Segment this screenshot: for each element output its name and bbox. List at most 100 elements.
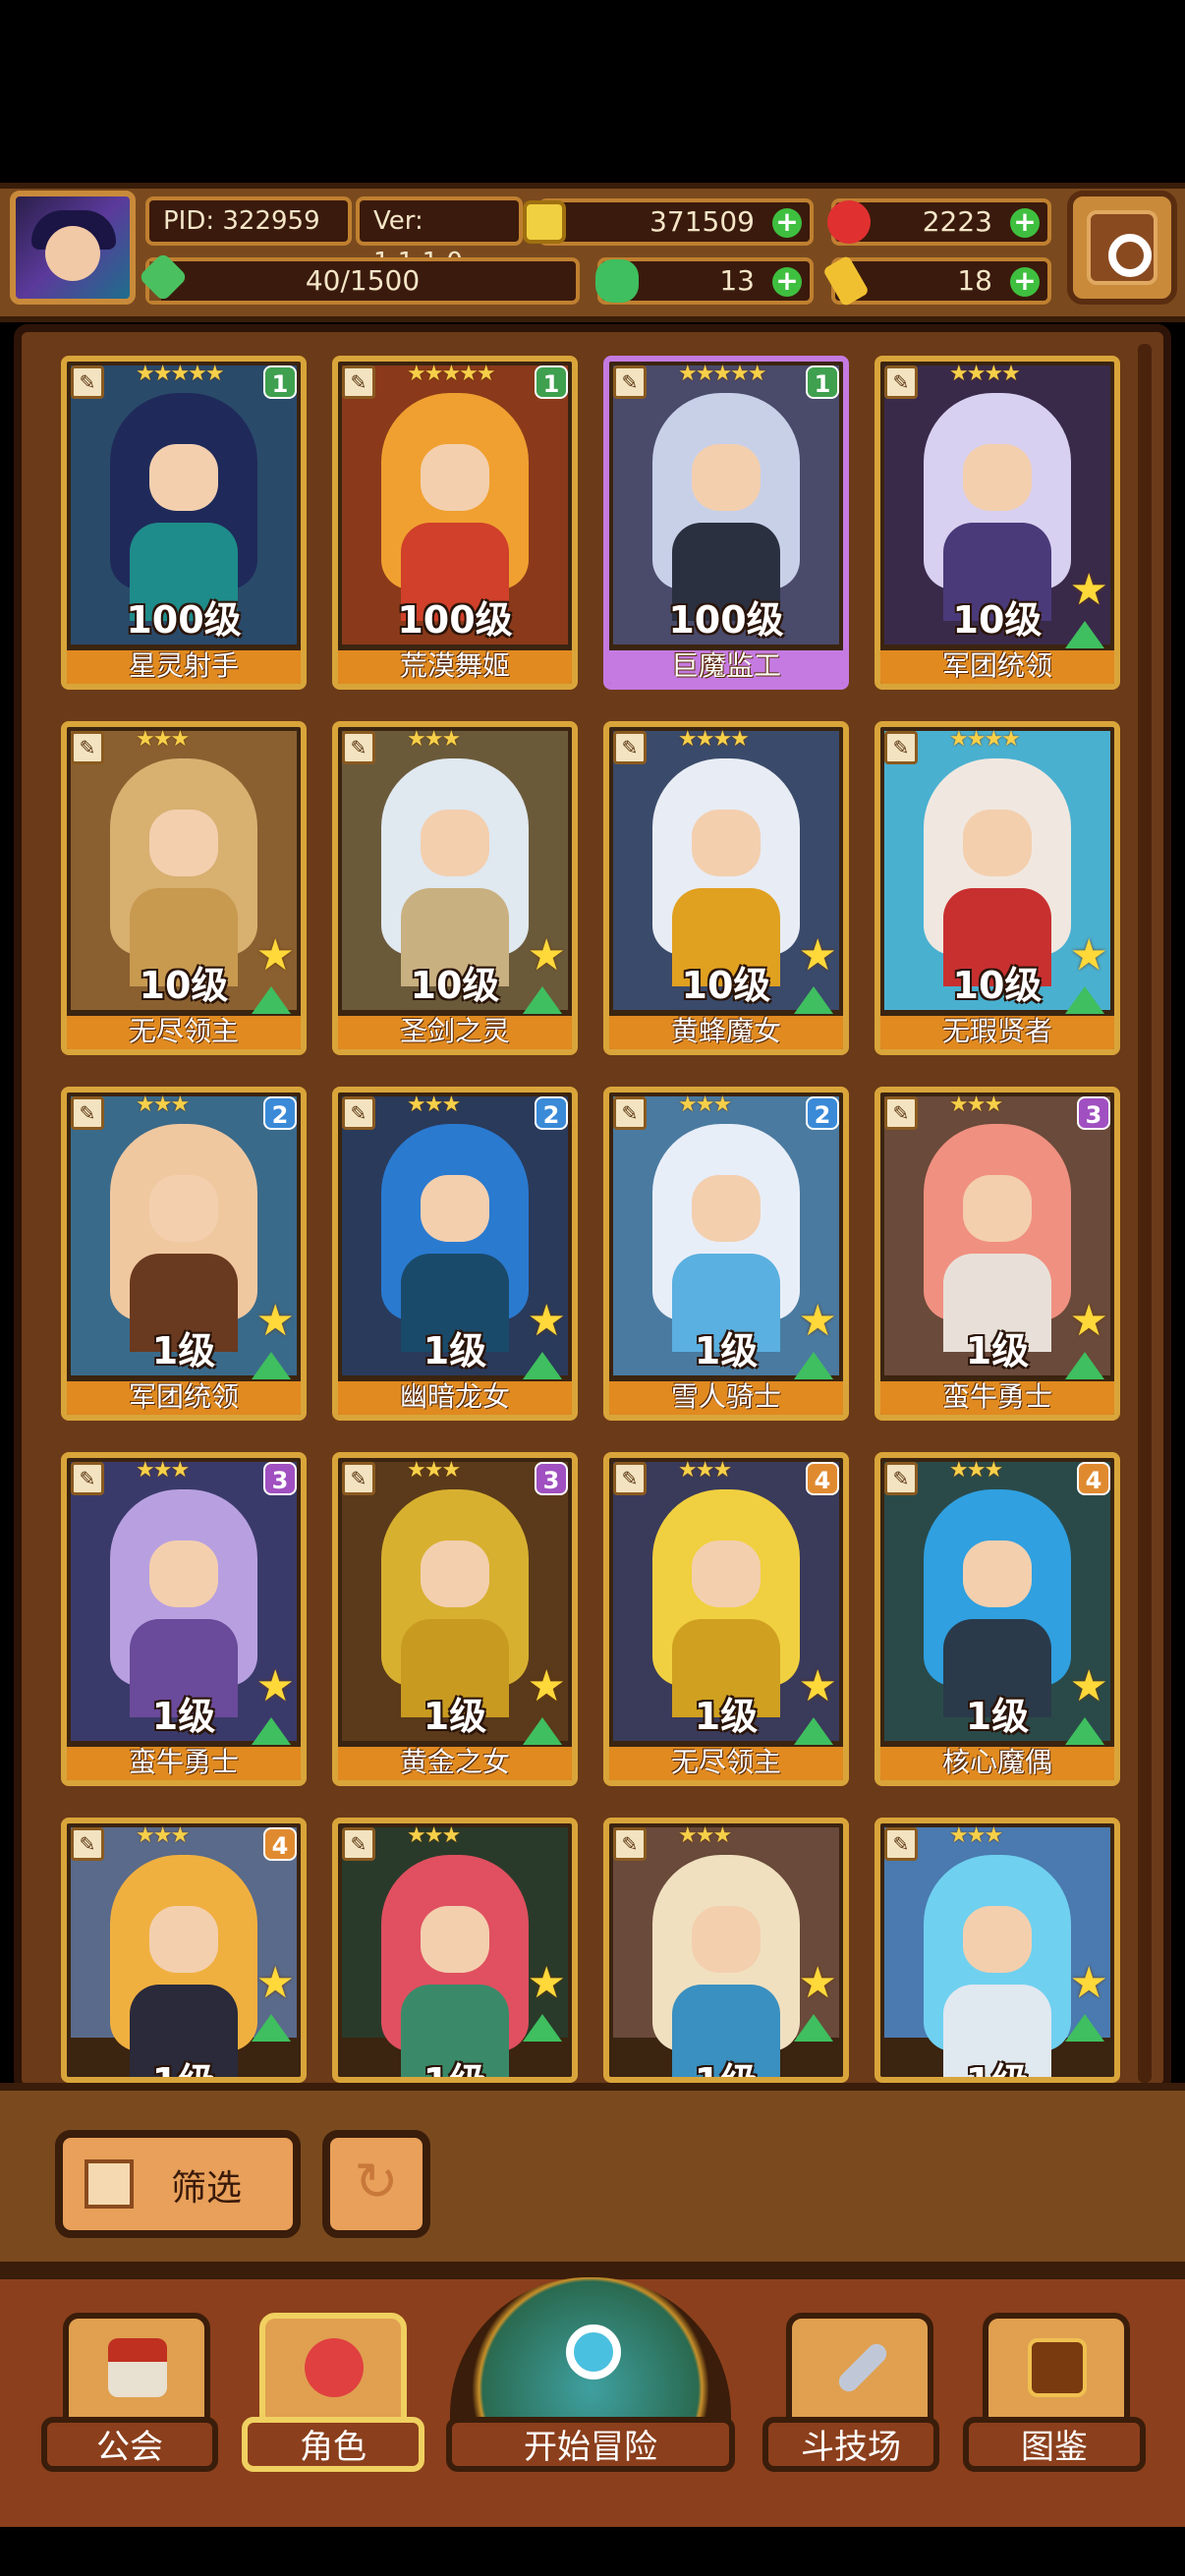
star-rating: ★★★ [678, 1092, 732, 1117]
upgrade-arrow-icon [252, 1717, 291, 1745]
upgrade-arrow-icon [523, 1352, 562, 1379]
rank-badge: 1 [263, 365, 297, 399]
class-icon: ✎ [71, 1462, 104, 1495]
star-rating: ★★★ [407, 727, 461, 752]
star-rating: ★★★ [136, 1823, 190, 1848]
star-rating: ★★★★ [678, 727, 750, 752]
character-name: 黄蜂魔女 [609, 1016, 843, 1049]
version-label: Ver: 1.1.1.0 [356, 196, 523, 277]
add-keys-button[interactable]: + [1010, 267, 1040, 297]
star-rating: ★★★ [949, 1458, 1003, 1483]
character-card[interactable]: ✎ ★★★★★ 1 100级 星灵射手 [61, 356, 307, 690]
character-card[interactable]: ✎ ★★★ 1级 ★ [603, 1818, 849, 2083]
upgrade-star-icon: ★ [798, 1296, 837, 1346]
upgrade-star-icon: ★ [527, 1958, 566, 2008]
nav-arena-label[interactable]: 斗技场 [762, 2417, 939, 2472]
class-icon: ✎ [884, 1462, 918, 1495]
star-rating: ★★★ [678, 1458, 732, 1483]
upgrade-star-icon: ★ [798, 1958, 837, 2008]
character-card[interactable]: ✎ ★★★★ 10级 ★ 无瑕贤者 [875, 721, 1120, 1055]
upgrade-arrow-icon [252, 986, 291, 1014]
character-card[interactable]: ✎ ★★★ 10级 ★ 圣剑之灵 [332, 721, 578, 1055]
upgrade-arrow-icon [523, 1717, 562, 1745]
star-rating: ★★★ [407, 1092, 461, 1117]
character-card[interactable]: ✎ ★★★ 1级 ★ [875, 1818, 1120, 2083]
class-icon: ✎ [884, 731, 918, 764]
scrollbar[interactable] [1138, 344, 1152, 2083]
character-level: 100级 [126, 598, 242, 642]
upgrade-arrow-icon [252, 1352, 291, 1379]
add-gems-button[interactable]: + [1010, 208, 1040, 238]
character-name: 无尽领主 [67, 1016, 301, 1049]
character-card[interactable]: ✎ ★★★ 2 1级 ★ 幽暗龙女 [332, 1087, 578, 1421]
upgrade-star-icon: ★ [255, 1296, 295, 1346]
upgrade-arrow-icon [794, 986, 833, 1014]
start-adventure-label[interactable]: 开始冒险 [446, 2417, 735, 2472]
class-icon: ✎ [884, 1096, 918, 1130]
upgrade-arrow-icon [794, 1352, 833, 1379]
character-name: 无尽领主 [609, 1747, 843, 1780]
character-card[interactable]: ✎ ★★★★ 10级 ★ 军团统领 [875, 356, 1120, 690]
character-level: 1级 [694, 2060, 759, 2083]
upgrade-arrow-icon [252, 2014, 291, 2042]
nav-character-label[interactable]: 角色 [242, 2417, 424, 2472]
character-card[interactable]: ✎ ★★★ 3 1级 ★ 蛮牛勇士 [61, 1452, 307, 1786]
character-card[interactable]: ✎ ★★★★★ 1 100级 荒漠舞姬 [332, 356, 578, 690]
star-rating: ★★★★★ [136, 362, 225, 386]
guild-building-icon [108, 2338, 167, 2397]
nav-guild-label[interactable]: 公会 [41, 2417, 218, 2472]
clover-icon [595, 259, 639, 303]
character-card[interactable]: ✎ ★★★ 4 1级 ★ [61, 1818, 307, 2083]
character-level: 1级 [423, 2060, 487, 2083]
class-icon: ✎ [613, 365, 647, 399]
character-name: 核心魔偶 [880, 1747, 1114, 1780]
refresh-icon: ↻ [354, 2151, 399, 2212]
upgrade-star-icon: ★ [1069, 930, 1108, 980]
character-level: 100级 [668, 598, 784, 642]
filter-button[interactable]: 筛选 [55, 2130, 301, 2238]
player-avatar[interactable] [10, 191, 136, 305]
upgrade-star-icon: ★ [527, 1661, 566, 1711]
star-rating: ★★★ [407, 1823, 461, 1848]
upgrade-arrow-icon [794, 1717, 833, 1745]
character-name: 军团统领 [67, 1381, 301, 1415]
star-rating: ★★★ [949, 1092, 1003, 1117]
class-icon: ✎ [71, 1096, 104, 1130]
character-card[interactable]: ✎ ★★★ 4 1级 ★ 核心魔偶 [875, 1452, 1120, 1786]
rank-badge: 3 [263, 1462, 297, 1495]
add-coins-button[interactable]: + [772, 208, 802, 238]
character-name: 蛮牛勇士 [67, 1747, 301, 1780]
coin-counter: 371509 + [538, 198, 814, 246]
settings-button[interactable] [1067, 191, 1177, 305]
gear-icon [1108, 234, 1152, 277]
rank-badge: 4 [263, 1827, 297, 1861]
book-icon [1028, 2338, 1087, 2397]
character-card[interactable]: ✎ ★★★ 10级 ★ 无尽领主 [61, 721, 307, 1055]
character-card[interactable]: ✎ ★★★ 4 1级 ★ 无尽领主 [603, 1452, 849, 1786]
character-card[interactable]: ✎ ★★★ 2 1级 ★ 雪人骑士 [603, 1087, 849, 1421]
class-icon: ✎ [71, 1827, 104, 1861]
magnifier-icon [566, 2324, 621, 2380]
gem-value: 2223 [922, 205, 992, 238]
character-card[interactable]: ✎ ★★★ 1级 ★ [332, 1818, 578, 2083]
class-icon: ✎ [342, 731, 375, 764]
player-id: PID: 322959 [145, 196, 352, 246]
add-clovers-button[interactable]: + [772, 267, 802, 297]
upgrade-arrow-icon [523, 986, 562, 1014]
upgrade-star-icon: ★ [1069, 565, 1108, 615]
character-card[interactable]: ✎ ★★★★ 10级 ★ 黄蜂魔女 [603, 721, 849, 1055]
character-card[interactable]: ✎ ★★★ 3 1级 ★ 蛮牛勇士 [875, 1087, 1120, 1421]
star-rating: ★★★ [136, 1458, 190, 1483]
reset-filter-button[interactable]: ↻ [322, 2130, 430, 2238]
exp-text: 40/1500 [305, 264, 421, 297]
rank-badge: 3 [535, 1462, 568, 1495]
character-card[interactable]: ✎ ★★★ 3 1级 ★ 黄金之女 [332, 1452, 578, 1786]
upgrade-arrow-icon [794, 2014, 833, 2042]
character-card[interactable]: ✎ ★★★ 2 1级 ★ 军团统领 [61, 1087, 307, 1421]
nav-codex-label[interactable]: 图鉴 [963, 2417, 1146, 2472]
grid-icon [85, 2159, 134, 2209]
star-rating: ★★★ [949, 1823, 1003, 1848]
class-icon: ✎ [342, 1462, 375, 1495]
character-card[interactable]: ✎ ★★★★★ 1 100级 巨魔监工 [603, 356, 849, 690]
class-icon: ✎ [884, 1827, 918, 1861]
